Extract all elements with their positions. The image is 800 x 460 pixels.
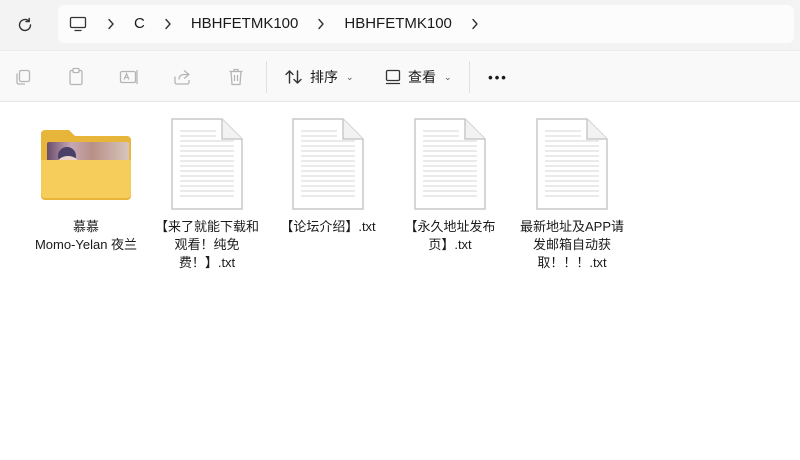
trash-icon bbox=[229, 68, 243, 86]
share-icon bbox=[174, 69, 190, 85]
breadcrumb-item-c[interactable]: C bbox=[124, 5, 155, 43]
folder-name: 慕慕 Momo-Yelan 夜兰 bbox=[34, 219, 138, 252]
refresh-icon bbox=[18, 17, 32, 32]
file-thumbnail bbox=[398, 114, 502, 214]
sort-menu-button[interactable]: 排序 ⌄ bbox=[284, 63, 354, 91]
address-bar-row: C HBHFETMK100 HBHFETMK100 bbox=[0, 0, 800, 50]
breadcrumb[interactable]: C HBHFETMK100 HBHFETMK100 bbox=[58, 5, 794, 43]
paste-icon bbox=[69, 67, 83, 86]
sort-label: 排序 bbox=[310, 69, 338, 85]
more-options-button[interactable]: ••• bbox=[484, 65, 512, 89]
delete-button[interactable] bbox=[224, 65, 248, 89]
text-document-icon bbox=[414, 118, 486, 210]
chevron-down-icon: ⌄ bbox=[346, 71, 354, 82]
file-item[interactable]: 【论坛介绍】.txt bbox=[276, 114, 380, 236]
chevron-right-icon[interactable] bbox=[462, 5, 488, 43]
file-name: 最新地址及APP请发邮箱自动获取！！！.txt bbox=[520, 219, 625, 270]
chevron-right-icon[interactable] bbox=[155, 5, 181, 43]
file-thumbnail bbox=[155, 114, 259, 214]
toolbar-separator bbox=[469, 61, 470, 93]
text-document-icon bbox=[536, 118, 608, 210]
rename-button[interactable] bbox=[117, 65, 141, 89]
rename-icon bbox=[119, 70, 138, 84]
view-icon bbox=[385, 69, 401, 85]
breadcrumb-this-pc[interactable] bbox=[58, 5, 98, 43]
more-icon: ••• bbox=[488, 69, 508, 85]
breadcrumb-item-folder-2[interactable]: HBHFETMK100 bbox=[334, 5, 462, 43]
sort-icon bbox=[285, 70, 302, 84]
file-thumbnail bbox=[520, 114, 624, 214]
share-button[interactable] bbox=[170, 65, 194, 89]
file-item[interactable]: 最新地址及APP请发邮箱自动获取！！！.txt bbox=[520, 114, 624, 272]
file-list: 慕慕 Momo-Yelan 夜兰 【来了就能下载和观看！纯免费！】.txt 【论… bbox=[0, 102, 800, 460]
chevron-right-icon[interactable] bbox=[308, 5, 334, 43]
chevron-down-icon: ⌄ bbox=[444, 71, 452, 82]
paste-button[interactable] bbox=[64, 65, 88, 89]
file-name: 【论坛介绍】.txt bbox=[280, 219, 376, 234]
folder-icon bbox=[41, 130, 131, 200]
copy-button[interactable] bbox=[11, 65, 35, 89]
breadcrumb-item-folder-1[interactable]: HBHFETMK100 bbox=[181, 5, 309, 43]
toolbar-separator bbox=[266, 61, 267, 93]
command-bar: 排序 ⌄ 查看 ⌄ ••• bbox=[0, 50, 800, 102]
file-item[interactable]: 【来了就能下载和观看！纯免费！】.txt bbox=[155, 114, 259, 272]
text-document-icon bbox=[292, 118, 364, 210]
file-name: 【永久地址发布页】.txt bbox=[404, 219, 496, 252]
file-thumbnail bbox=[276, 114, 380, 214]
view-menu-button[interactable]: 查看 ⌄ bbox=[384, 63, 452, 91]
folder-item[interactable]: 慕慕 Momo-Yelan 夜兰 bbox=[34, 114, 138, 254]
refresh-button[interactable] bbox=[10, 10, 40, 40]
text-document-icon bbox=[171, 118, 243, 210]
chevron-right-icon[interactable] bbox=[98, 5, 124, 43]
copy-icon bbox=[16, 69, 31, 85]
folder-thumbnail bbox=[34, 114, 138, 214]
file-explorer-window: C HBHFETMK100 HBHFETMK100 排序 ⌄ 查看 ⌄ ••• … bbox=[0, 0, 800, 460]
file-item[interactable]: 【永久地址发布页】.txt bbox=[398, 114, 502, 254]
monitor-icon bbox=[69, 16, 87, 32]
file-name: 【来了就能下载和观看！纯免费！】.txt bbox=[155, 219, 260, 270]
view-label: 查看 bbox=[408, 69, 436, 85]
